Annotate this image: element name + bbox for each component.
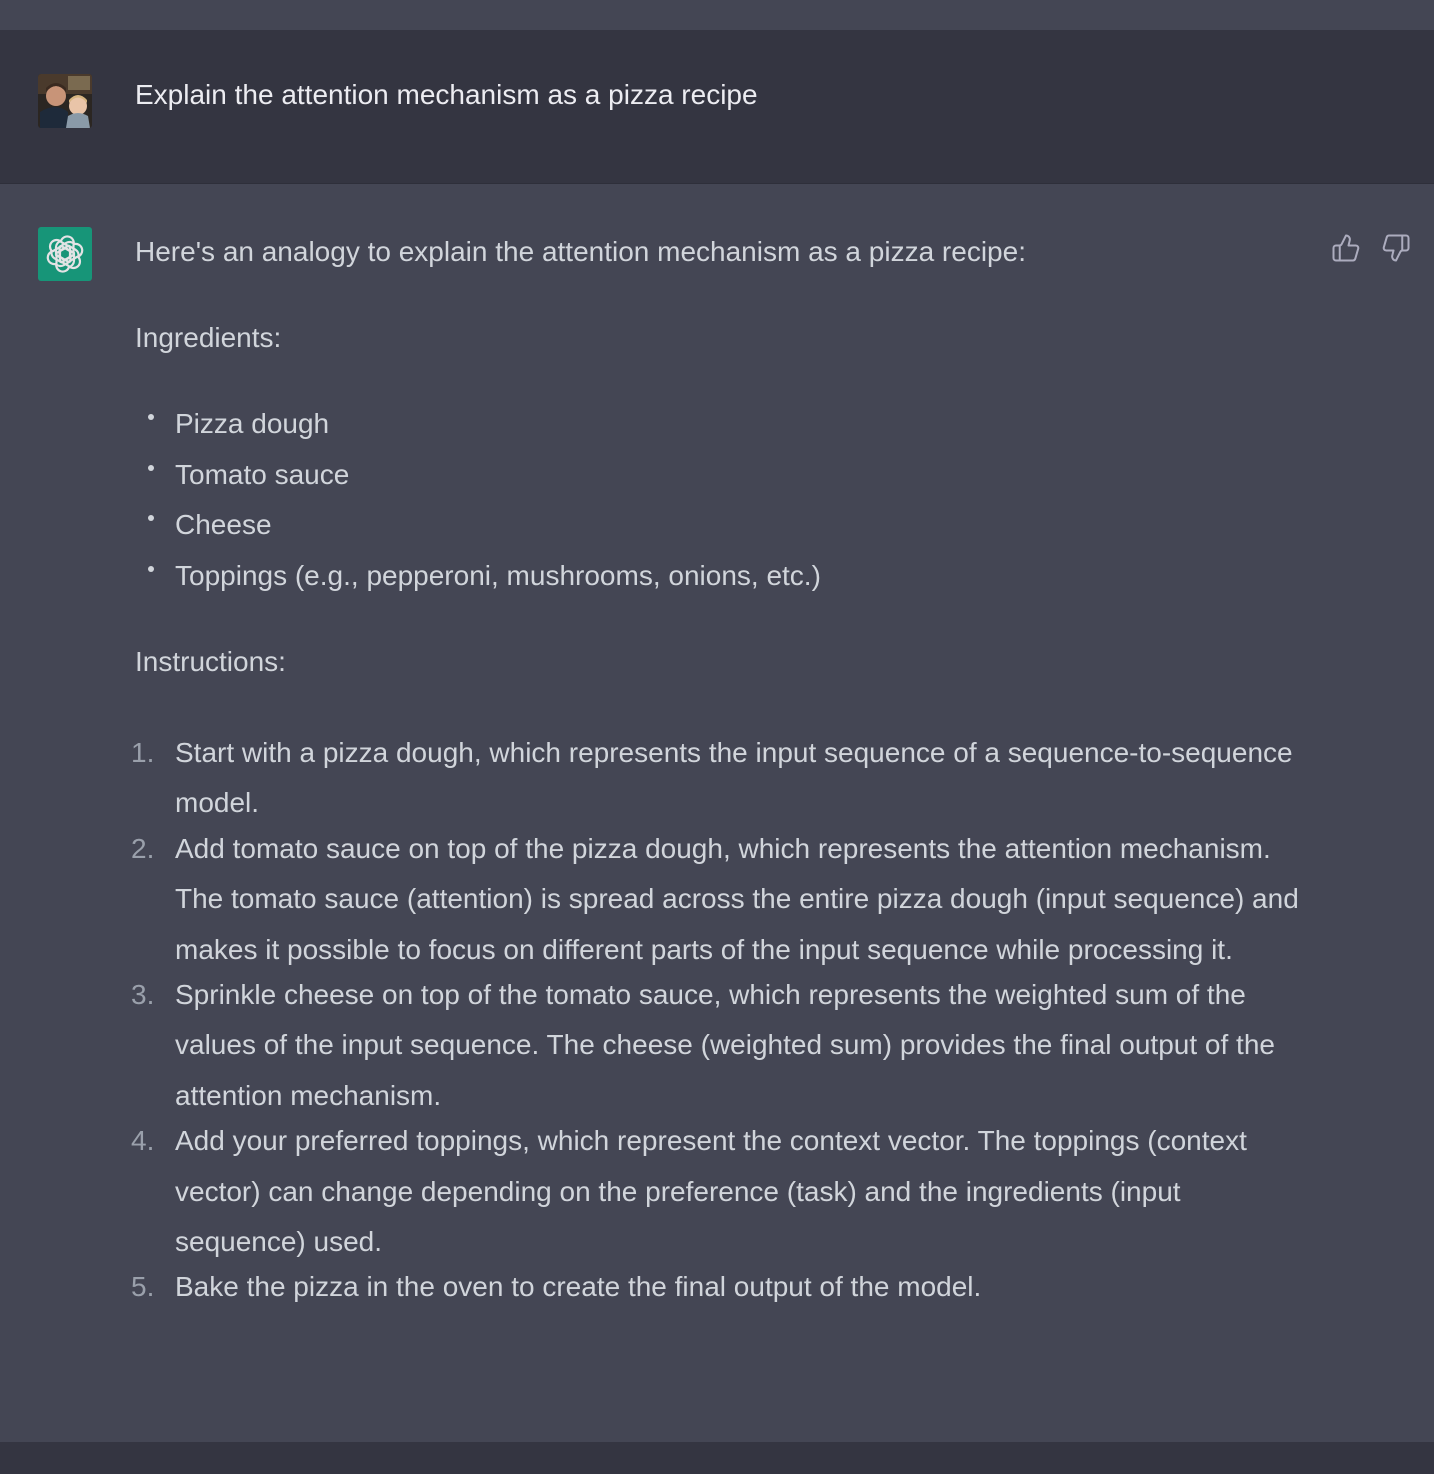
list-item: Pizza dough [135,404,821,455]
openai-logo-icon [46,235,84,273]
step-number: 1. [131,737,155,768]
user-avatar [38,74,92,128]
instructions-heading: Instructions: [135,646,286,677]
step-number: 4. [131,1125,155,1157]
instructions-list: 1. Start with a pizza dough, which repre… [131,728,1315,1313]
step-text: Add your preferred toppings, which repre… [175,1125,1247,1258]
user-message: Explain the attention mechanism as a piz… [0,30,1434,184]
step-number: 3. [131,979,155,1011]
list-item: 5. Bake the pizza in the oven to create … [131,1262,1315,1312]
list-item: Toppings (e.g., pepperoni, mushrooms, on… [135,556,821,607]
user-message-text: Explain the attention mechanism as a piz… [135,79,758,110]
assistant-message: Here's an analogy to explain the attenti… [0,184,1434,1442]
thumbs-up-button[interactable] [1330,232,1362,264]
thumbs-up-icon [1332,234,1360,262]
ingredient-text: Toppings (e.g., pepperoni, mushrooms, on… [175,559,821,591]
thumbs-down-icon [1382,234,1410,262]
ingredients-heading: Ingredients: [135,322,282,353]
bullet-icon [148,414,154,420]
ingredient-text: Pizza dough [175,408,330,439]
ingredient-text: Cheese [175,509,272,540]
list-item: 2. Add tomato sauce on top of the pizza … [131,824,1315,975]
assistant-avatar [38,227,92,281]
step-text: Bake the pizza in the oven to create the… [175,1271,982,1303]
thumbs-down-button[interactable] [1380,232,1412,264]
bullet-icon [148,464,154,471]
bullet-icon [148,565,154,572]
step-text: Sprinkle cheese on top of the tomato sau… [175,979,1275,1111]
list-item: 4. Add your preferred toppings, which re… [131,1116,1315,1267]
list-item: 3. Sprinkle cheese on top of the tomato … [131,970,1315,1121]
list-item: Cheese [135,505,821,556]
bottom-strip [0,1442,1434,1474]
top-strip [0,0,1434,30]
ingredients-list: Pizza dough Tomato sauce Cheese Toppings… [135,404,821,606]
step-text: Start with a pizza dough, which represen… [175,737,1293,819]
step-text: Add tomato sauce on top of the pizza dou… [175,832,1299,965]
ingredient-text: Tomato sauce [175,458,350,490]
list-item: Tomato sauce [135,455,821,506]
bullet-icon [148,515,154,521]
assistant-intro: Here's an analogy to explain the attenti… [135,236,1026,267]
list-item: 1. Start with a pizza dough, which repre… [131,728,1315,829]
step-number: 5. [131,1271,155,1303]
step-number: 2. [131,832,155,864]
